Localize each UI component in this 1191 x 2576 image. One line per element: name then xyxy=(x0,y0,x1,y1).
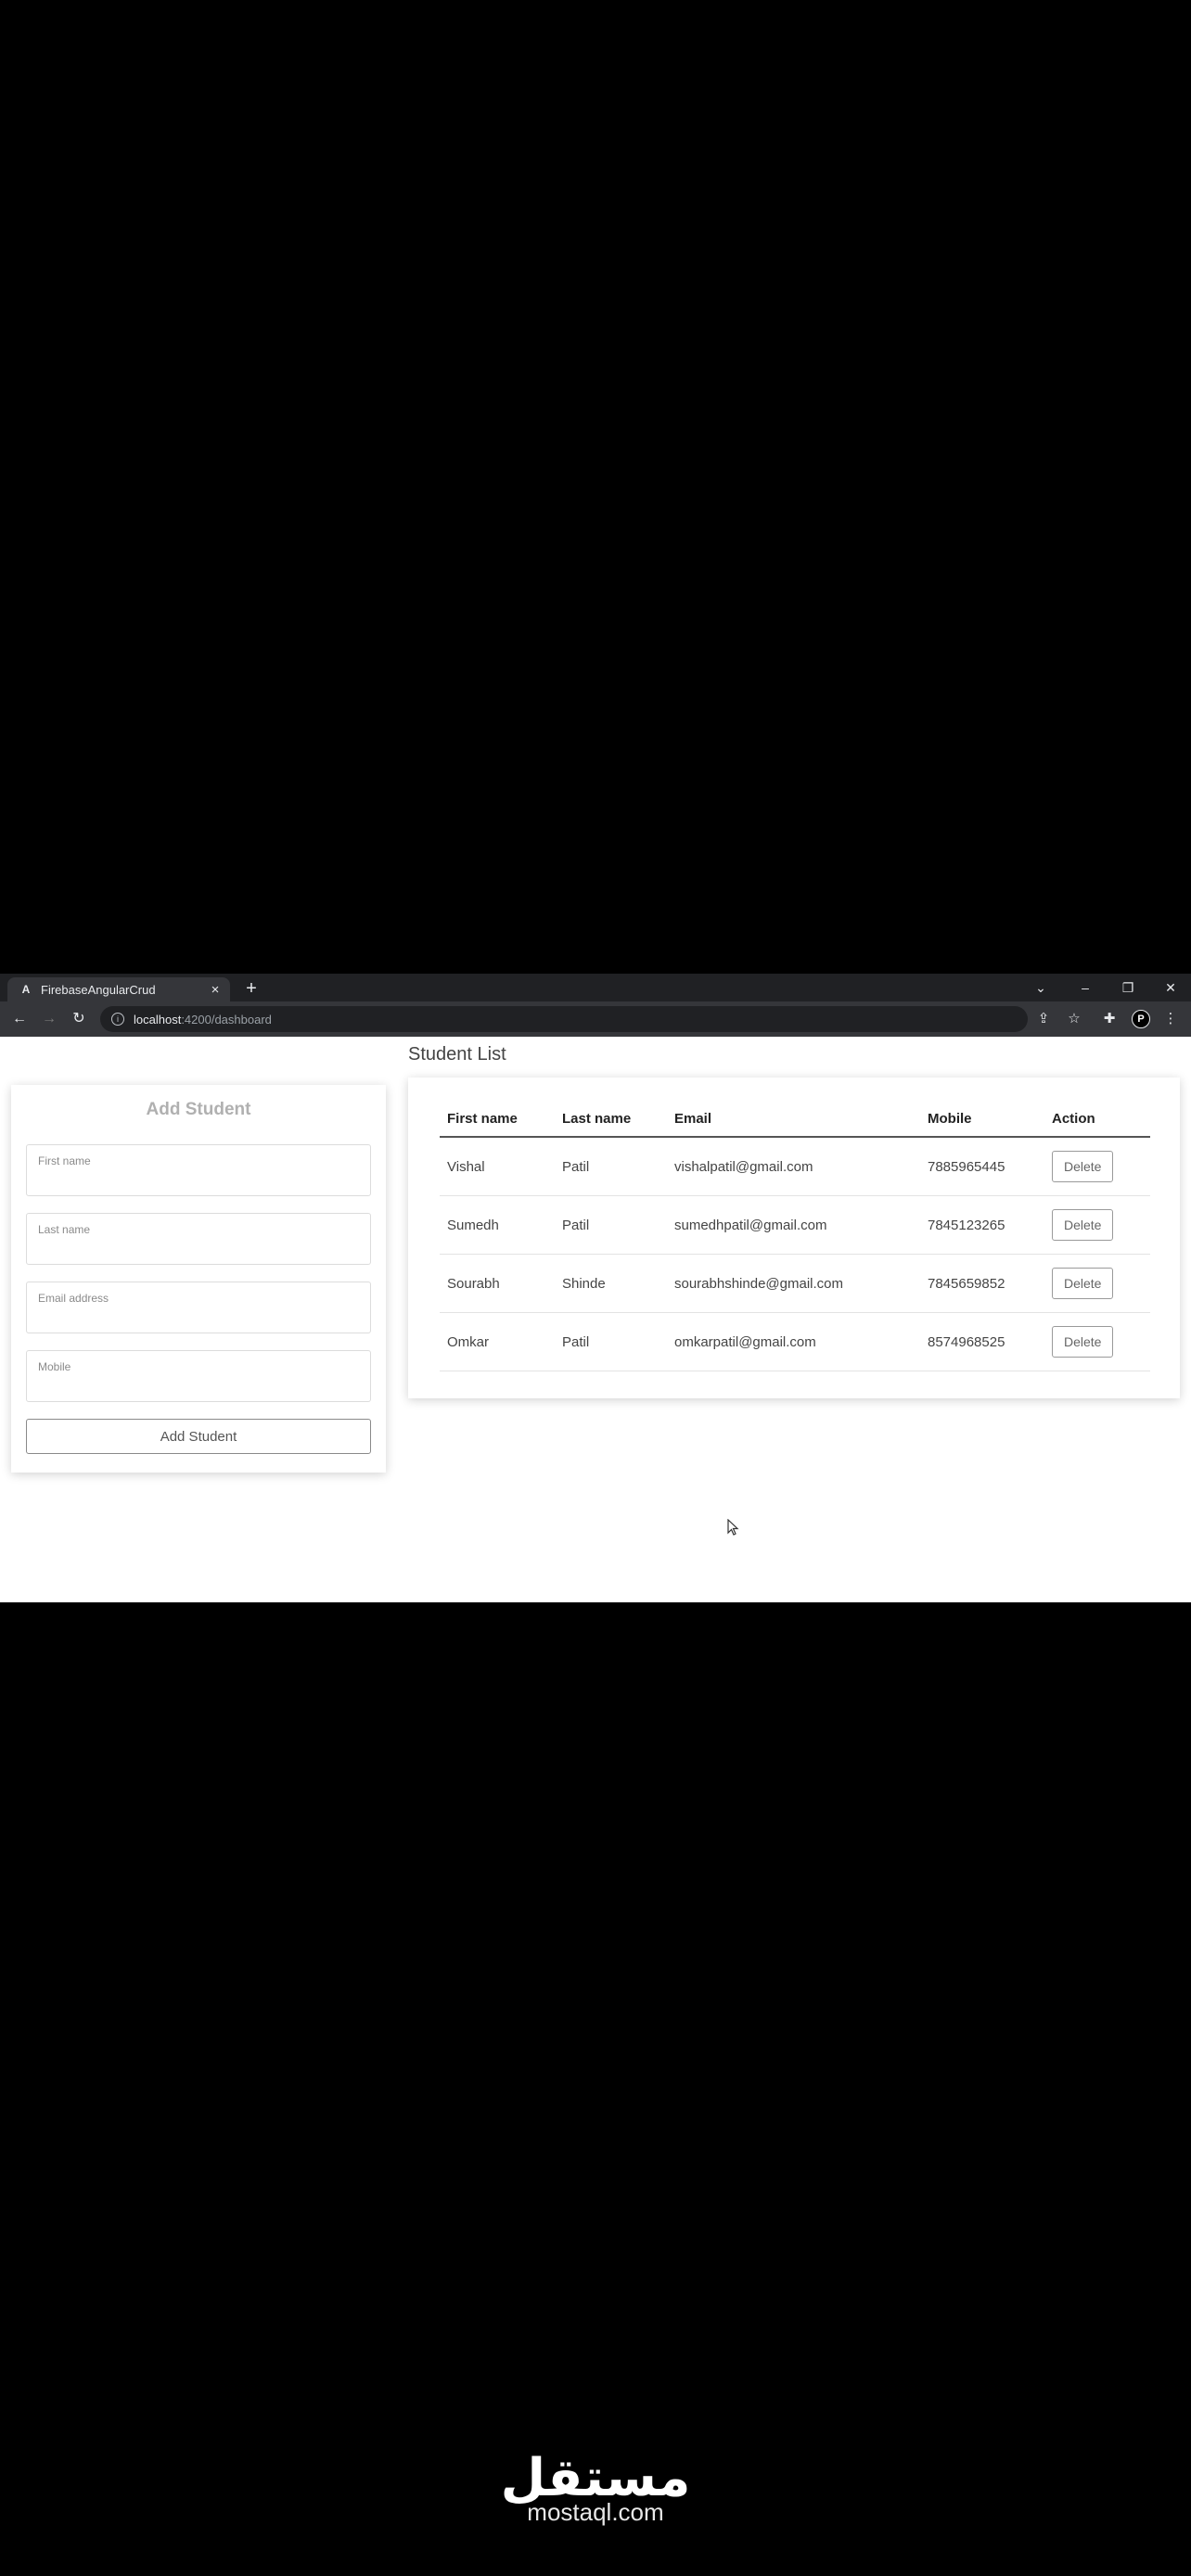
table-header-row: First name Last name Email Mobile Action xyxy=(440,1111,1150,1138)
add-student-button[interactable]: Add Student xyxy=(26,1419,371,1454)
column-header-first-name: First name xyxy=(440,1111,555,1138)
plus-icon[interactable]: + xyxy=(241,978,262,999)
browser-toolbar: ← → ↻ i localhost:4200/dashboard ⇪ ☆ ✚ P… xyxy=(0,1001,1191,1037)
student-table: First name Last name Email Mobile Action… xyxy=(440,1111,1150,1371)
add-student-title: Add Student xyxy=(146,1100,251,1119)
cell-mobile: 7845123265 xyxy=(920,1195,1044,1255)
table-row: Vishal Patil vishalpatil@gmail.com 78859… xyxy=(440,1137,1150,1196)
browser-tab[interactable]: A FirebaseAngularCrud × xyxy=(7,977,230,1001)
table-row: Sourabh Shinde sourabhshinde@gmail.com 7… xyxy=(440,1254,1150,1313)
student-list-title: Student List xyxy=(408,1044,506,1065)
cell-mobile: 7845659852 xyxy=(920,1254,1044,1313)
column-header-last-name: Last name xyxy=(555,1111,667,1138)
student-list-card: First name Last name Email Mobile Action… xyxy=(408,1078,1180,1398)
watermark-text: mostaql.com xyxy=(527,2498,664,2526)
cell-action: Delete xyxy=(1044,1195,1150,1255)
cell-first-name: Vishal xyxy=(440,1137,555,1196)
back-arrow-icon[interactable]: ← xyxy=(9,1009,30,1029)
angular-favicon-icon: A xyxy=(21,983,31,996)
column-header-email: Email xyxy=(667,1111,920,1138)
minimize-icon[interactable]: – xyxy=(1074,977,1096,998)
cell-mobile: 8574968525 xyxy=(920,1312,1044,1371)
reload-icon[interactable]: ↻ xyxy=(69,1009,89,1029)
dashboard-page: Add Student First name Last name Email a… xyxy=(0,1037,1191,1602)
first-name-label: First name xyxy=(38,1154,91,1167)
browser-window: A FirebaseAngularCrud × + ⌄ – ❐ ✕ ← → ↻ … xyxy=(0,974,1191,1602)
add-student-card: Add Student First name Last name Email a… xyxy=(11,1085,386,1473)
first-name-input[interactable] xyxy=(38,1171,357,1188)
email-input[interactable] xyxy=(38,1308,357,1325)
email-field[interactable]: Email address xyxy=(26,1282,371,1333)
tab-bar: A FirebaseAngularCrud × + ⌄ – ❐ ✕ xyxy=(0,974,1191,1001)
column-header-mobile: Mobile xyxy=(920,1111,1044,1138)
cell-last-name: Patil xyxy=(555,1312,667,1371)
info-icon[interactable]: i xyxy=(111,1013,124,1026)
profile-avatar[interactable]: P xyxy=(1132,1010,1150,1028)
mobile-field[interactable]: Mobile xyxy=(26,1350,371,1402)
table-row: Omkar Patil omkarpatil@gmail.com 8574968… xyxy=(440,1312,1150,1371)
last-name-label: Last name xyxy=(38,1223,91,1236)
delete-button[interactable]: Delete xyxy=(1052,1326,1114,1358)
restore-icon[interactable]: ❐ xyxy=(1117,977,1139,998)
chevron-down-icon[interactable]: ⌄ xyxy=(1030,977,1052,998)
cell-email: vishalpatil@gmail.com xyxy=(667,1137,920,1196)
url-host: localhost xyxy=(134,1012,182,1027)
mobile-input[interactable] xyxy=(38,1377,357,1394)
last-name-input[interactable] xyxy=(38,1240,357,1256)
cell-email: omkarpatil@gmail.com xyxy=(667,1312,920,1371)
cell-first-name: Sourabh xyxy=(440,1254,555,1313)
star-icon[interactable]: ☆ xyxy=(1065,1010,1083,1028)
share-icon[interactable]: ⇪ xyxy=(1034,1010,1053,1028)
address-bar[interactable]: i localhost:4200/dashboard xyxy=(100,1006,1028,1032)
cell-last-name: Patil xyxy=(555,1195,667,1255)
tab-title: FirebaseAngularCrud xyxy=(41,982,156,997)
first-name-field[interactable]: First name xyxy=(26,1144,371,1196)
cell-action: Delete xyxy=(1044,1312,1150,1371)
last-name-field[interactable]: Last name xyxy=(26,1213,371,1265)
window-close-icon[interactable]: ✕ xyxy=(1159,977,1182,998)
cell-mobile: 7885965445 xyxy=(920,1137,1044,1196)
cell-action: Delete xyxy=(1044,1137,1150,1196)
forward-arrow-icon[interactable]: → xyxy=(39,1009,59,1029)
close-icon[interactable]: × xyxy=(206,982,224,998)
kebab-menu-icon[interactable]: ⋮ xyxy=(1161,1010,1180,1028)
cell-action: Delete xyxy=(1044,1254,1150,1313)
cell-last-name: Shinde xyxy=(555,1254,667,1313)
cell-first-name: Omkar xyxy=(440,1312,555,1371)
table-row: Sumedh Patil sumedhpatil@gmail.com 78451… xyxy=(440,1195,1150,1255)
cell-first-name: Sumedh xyxy=(440,1195,555,1255)
delete-button[interactable]: Delete xyxy=(1052,1209,1114,1241)
cell-email: sumedhpatil@gmail.com xyxy=(667,1195,920,1255)
cell-last-name: Patil xyxy=(555,1137,667,1196)
mobile-label: Mobile xyxy=(38,1360,71,1373)
puzzle-icon[interactable]: ✚ xyxy=(1100,1010,1119,1028)
cell-email: sourabhshinde@gmail.com xyxy=(667,1254,920,1313)
column-header-action: Action xyxy=(1044,1111,1150,1138)
url-path: :4200/dashboard xyxy=(181,1012,272,1027)
delete-button[interactable]: Delete xyxy=(1052,1268,1114,1299)
delete-button[interactable]: Delete xyxy=(1052,1151,1114,1182)
email-label: Email address xyxy=(38,1292,109,1305)
